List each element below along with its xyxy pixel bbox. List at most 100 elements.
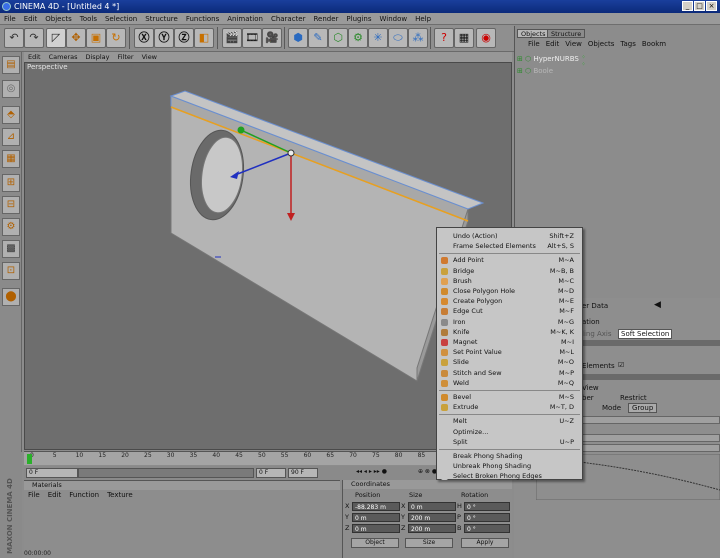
menu-objects[interactable]: Objects (41, 13, 75, 25)
materials-menu-texture[interactable]: Texture (103, 490, 137, 501)
menu-window[interactable]: Window (376, 13, 412, 25)
context-item-split[interactable]: Split U~P (437, 437, 582, 447)
z-axis-icon[interactable]: Ⓩ (174, 28, 194, 48)
objects-menu-bookm[interactable]: Bookm (639, 39, 669, 50)
rotation-field[interactable]: 0 ° (464, 524, 510, 533)
end-frame-field[interactable]: 90 F (288, 468, 318, 478)
menu-plugins[interactable]: Plugins (342, 13, 375, 25)
use-point-tool-icon[interactable]: ⬘ (2, 106, 20, 124)
viewport-menu-view[interactable]: View (138, 52, 161, 62)
rotation-field[interactable]: 0 ° (464, 513, 510, 522)
help-icon[interactable]: ? (434, 28, 454, 48)
current-frame-field[interactable]: 0 F (256, 468, 286, 478)
mode-select[interactable]: Group (628, 403, 658, 413)
use-edge-tool-icon[interactable]: ⊿ (2, 128, 20, 146)
context-item-extrude[interactable]: Extrude M~T, D (437, 402, 582, 412)
context-item-brush[interactable]: Brush M~C (437, 276, 582, 286)
cube-icon[interactable]: ⬢ (288, 28, 308, 48)
size-field[interactable]: 200 m (408, 513, 456, 522)
redo-icon[interactable]: ↷ (24, 28, 44, 48)
menu-animation[interactable]: Animation (223, 13, 267, 25)
context-item-set-point-value[interactable]: Set Point Value M~L (437, 347, 582, 357)
context-item-optimize[interactable]: Optimize... (437, 427, 582, 437)
use-polygon-tool-icon[interactable]: ▦ (2, 150, 20, 168)
menu-render[interactable]: Render (310, 13, 343, 25)
render-view-icon[interactable]: 🎬 (222, 28, 242, 48)
context-item-iron[interactable]: Iron M~G (437, 317, 582, 327)
workplane-icon[interactable]: ⬤ (2, 288, 20, 306)
viewport-menu-display[interactable]: Display (82, 52, 114, 62)
menu-selection[interactable]: Selection (101, 13, 141, 25)
scene-icon[interactable]: ⬭ (388, 28, 408, 48)
transport-controls[interactable]: ◂◂ ◂ ▸ ▸▸ ● (354, 468, 414, 478)
viewport-menu-cameras[interactable]: Cameras (45, 52, 82, 62)
menu-edit[interactable]: Edit (20, 13, 42, 25)
rotate-icon[interactable]: ↻ (106, 28, 126, 48)
objects-menu-edit[interactable]: Edit (543, 39, 563, 50)
context-item-slide[interactable]: Slide M~O (437, 357, 582, 367)
objects-menu-tags[interactable]: Tags (617, 39, 639, 50)
menu-structure[interactable]: Structure (141, 13, 182, 25)
position-field[interactable]: 0 m (352, 524, 400, 533)
menu-tools[interactable]: Tools (76, 13, 101, 25)
materials-menu-function[interactable]: Function (65, 490, 103, 501)
menu-character[interactable]: Character (267, 13, 310, 25)
deformer-icon[interactable]: ✳ (368, 28, 388, 48)
context-item-bridge[interactable]: Bridge M~B, B (437, 266, 582, 276)
context-item-undo-action[interactable]: Undo (Action) Shift+Z (437, 231, 582, 241)
checker-icon[interactable]: ▩ (2, 240, 20, 258)
tab-structure[interactable]: Structure (547, 29, 586, 38)
tab-ling-axis[interactable]: ling Axis (582, 330, 612, 338)
tab-objects[interactable]: Objects (517, 29, 550, 38)
context-item-select-broken-phong-edges[interactable]: Select Broken Phong Edges (437, 471, 582, 481)
move-icon[interactable]: ✥ (66, 28, 86, 48)
size-field[interactable]: 200 m (408, 524, 456, 533)
menu-file[interactable]: File (0, 13, 20, 25)
objects-menu-file[interactable]: File (525, 39, 543, 50)
position-field[interactable]: 0 m (352, 513, 400, 522)
y-axis-icon[interactable]: Ⓨ (154, 28, 174, 48)
context-item-edge-cut[interactable]: Edge Cut M~F (437, 306, 582, 316)
elements-checkbox[interactable]: ☑ (618, 361, 624, 369)
layout-icon[interactable]: ▦ (454, 28, 474, 48)
camera-icon[interactable]: ⁂ (408, 28, 428, 48)
context-item-magnet[interactable]: Magnet M~I (437, 337, 582, 347)
menu-help[interactable]: Help (411, 13, 435, 25)
context-item-break-phong-shading[interactable]: Break Phong Shading (437, 451, 582, 461)
start-frame-field[interactable]: 0 F (26, 468, 78, 478)
undo-icon[interactable]: ↶ (4, 28, 24, 48)
viewport-menu-edit[interactable]: Edit (24, 52, 45, 62)
nurbs-icon[interactable]: ⬡ (328, 28, 348, 48)
context-item-knife[interactable]: Knife M~K, K (437, 327, 582, 337)
record-icon[interactable]: ◉ (476, 28, 496, 48)
objects-menu-objects[interactable]: Objects (585, 39, 617, 50)
context-item-frame-selected-elements[interactable]: Frame Selected Elements Alt+S, S (437, 241, 582, 251)
context-item-close-polygon-hole[interactable]: Close Polygon Hole M~D (437, 286, 582, 296)
render-region-icon[interactable]: 🎞 (242, 28, 262, 48)
context-item-stitch-and-sew[interactable]: Stitch and Sew M~P (437, 368, 582, 378)
materials-menu-file[interactable]: File (24, 490, 44, 501)
object-axis-tool-icon[interactable]: ⊟ (2, 196, 20, 214)
context-item-create-polygon[interactable]: Create Polygon M~E (437, 296, 582, 306)
snap-icon[interactable]: ⊡ (2, 262, 20, 280)
close-button[interactable]: × (706, 1, 717, 11)
minimize-button[interactable]: _ (682, 1, 693, 11)
apply-button[interactable]: Apply (461, 538, 509, 548)
coord-size-select[interactable]: Size (405, 538, 453, 548)
coord-mode-select[interactable]: Object (351, 538, 399, 548)
object-hypernurbs[interactable]: ⊞ ⬡ HyperNURBS (517, 54, 579, 64)
live-selection-icon[interactable]: ◸ (46, 28, 66, 48)
array-icon[interactable]: ⚙ (348, 28, 368, 48)
maximize-button[interactable]: □ (694, 1, 705, 11)
size-field[interactable]: 0 m (408, 502, 456, 511)
use-object-axis-icon[interactable]: ◎ (2, 80, 20, 98)
animation-mode-icon[interactable]: ⚙ (2, 218, 20, 236)
object-boole[interactable]: ⊞ ⬡ Boole (517, 66, 553, 76)
rotation-field[interactable]: 0 ° (464, 502, 510, 511)
coordinate-system-icon[interactable]: ◧ (194, 28, 214, 48)
spline-icon[interactable]: ✎ (308, 28, 328, 48)
frame-range-slider[interactable] (78, 468, 254, 478)
objects-menu-view[interactable]: View (562, 39, 585, 50)
position-field[interactable]: -88.283 m (352, 502, 400, 511)
materials-menu-edit[interactable]: Edit (44, 490, 66, 501)
